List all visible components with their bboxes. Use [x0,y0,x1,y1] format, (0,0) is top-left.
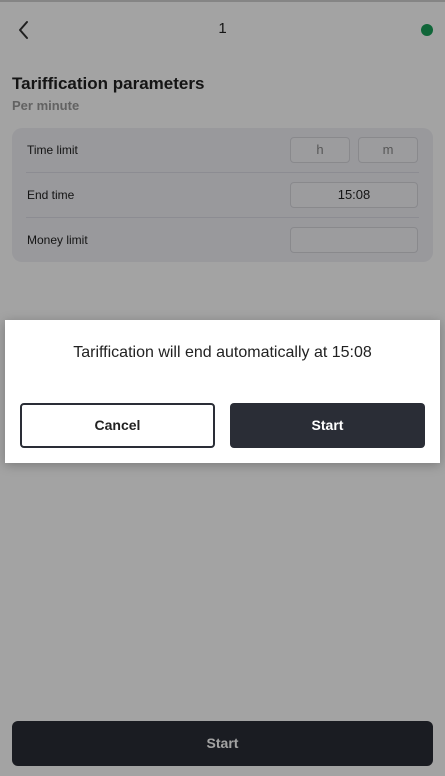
cancel-button[interactable]: Cancel [20,403,215,448]
dialog-message: Tariffication will end automatically at … [73,344,372,361]
dialog-start-button[interactable]: Start [230,403,425,448]
confirm-dialog: Tariffication will end automatically at … [5,320,440,463]
